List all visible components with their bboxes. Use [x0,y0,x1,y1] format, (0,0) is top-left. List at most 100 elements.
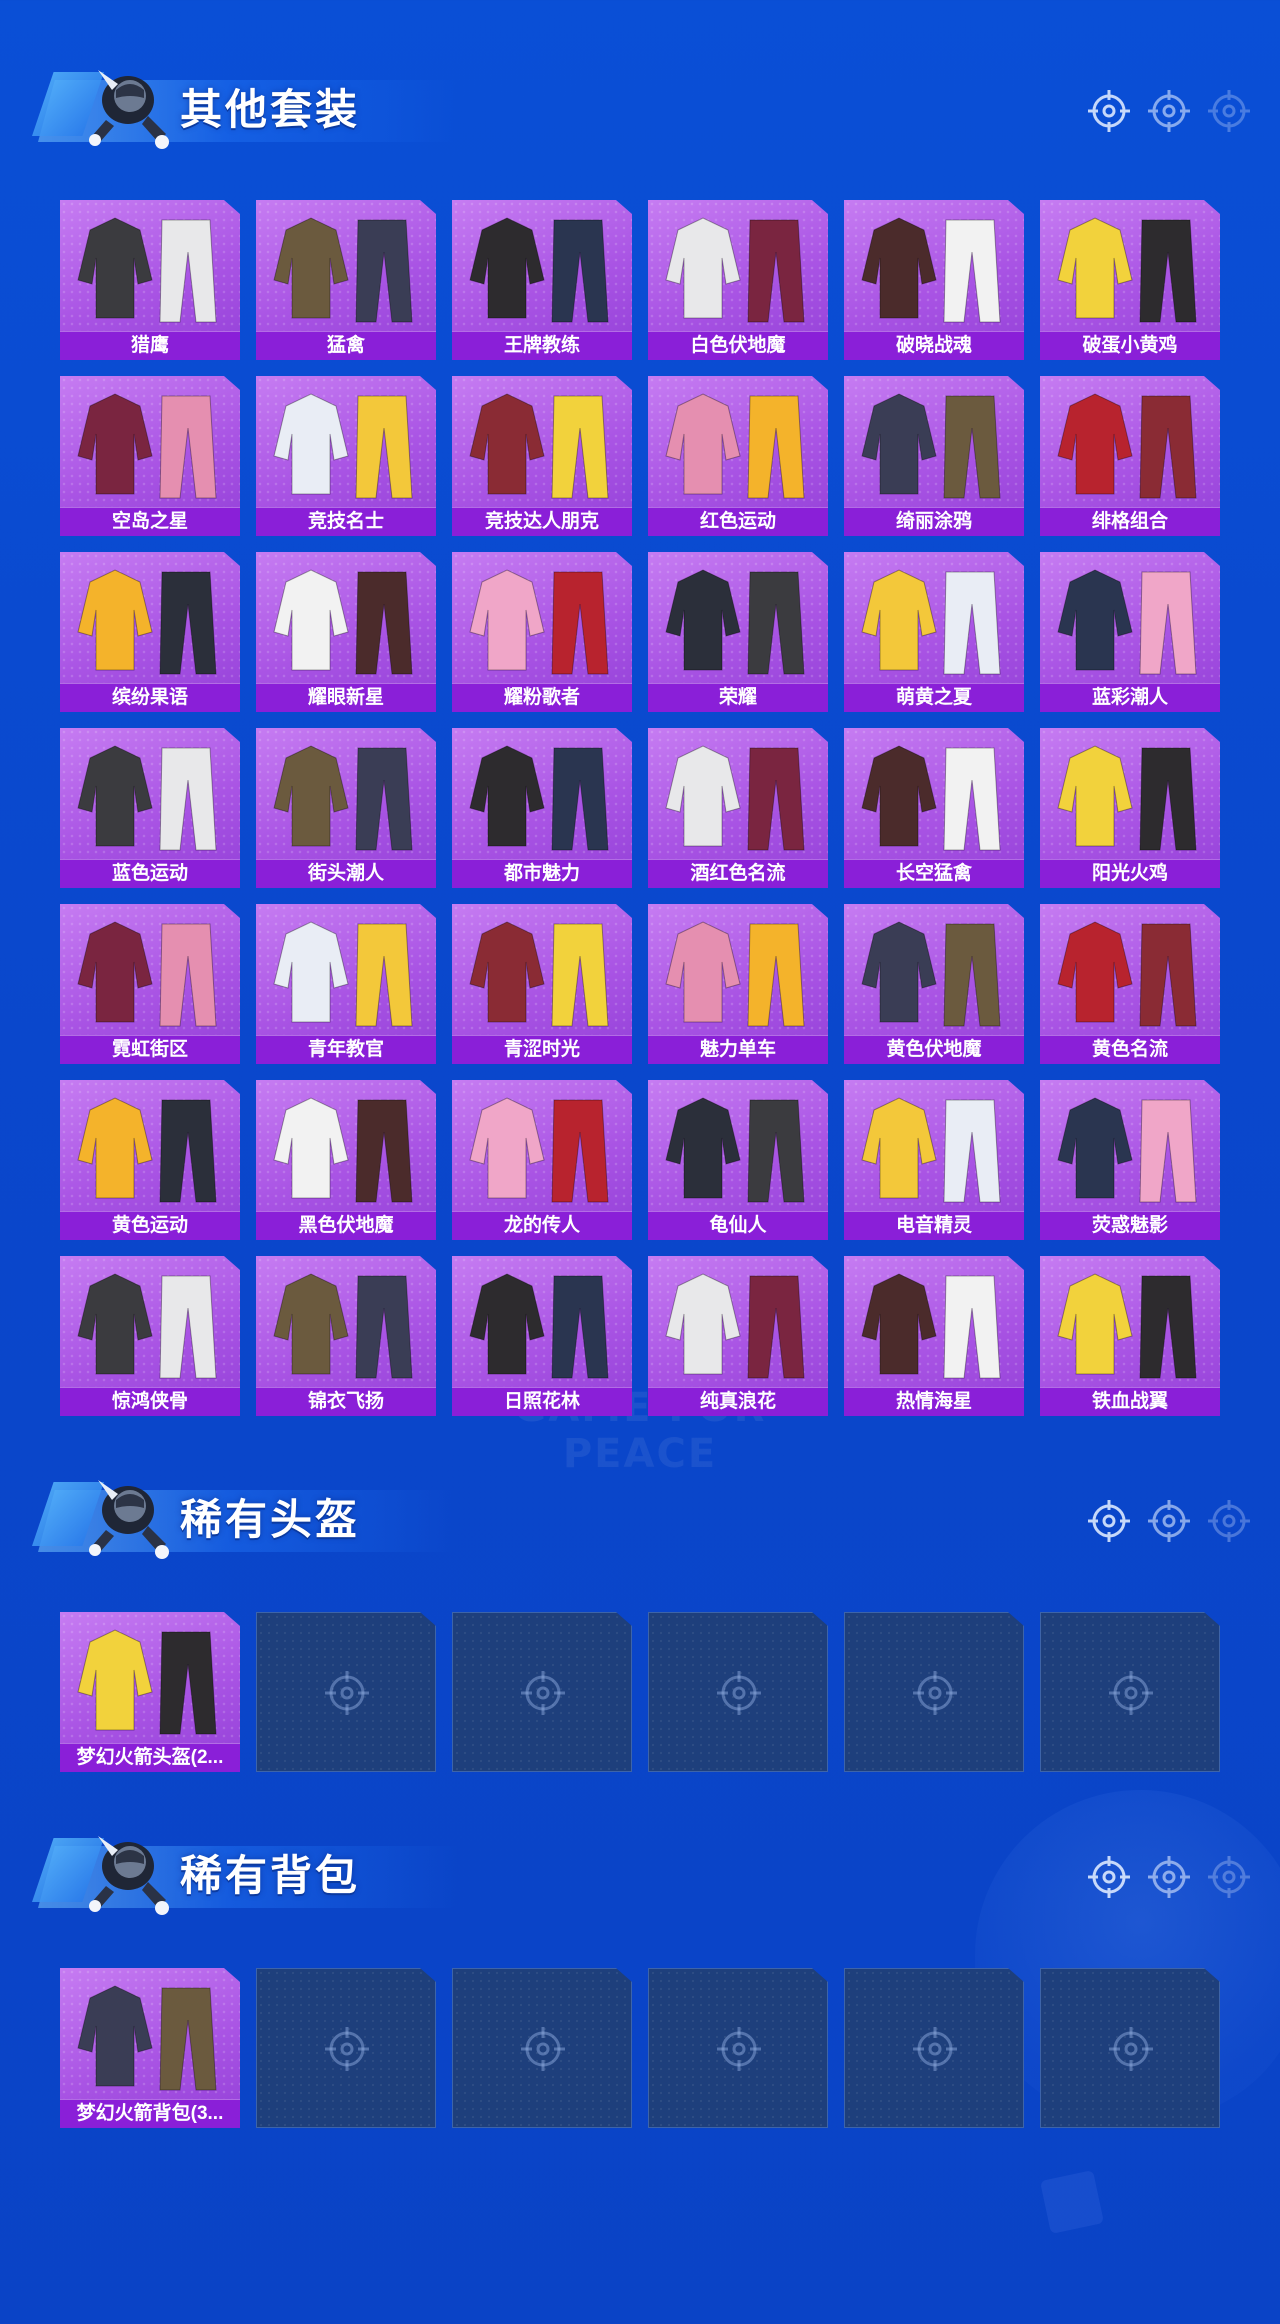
item-card[interactable]: 破晓战魂 [844,200,1024,360]
outfit-image [77,217,217,323]
item-card[interactable]: 都市魅力 [452,728,632,888]
outfit-image [77,1629,217,1735]
outfit-image [469,921,609,1027]
item-label: 蓝色运动 [60,859,240,888]
item-card[interactable]: 猛禽 [256,200,436,360]
item-card[interactable]: 王牌教练 [452,200,632,360]
item-card[interactable]: 蓝色运动 [60,728,240,888]
item-card[interactable]: 电音精灵 [844,1080,1024,1240]
item-card[interactable]: 霓虹街区 [60,904,240,1064]
crosshair-icon [1109,1671,1153,1715]
outfit-image [77,569,217,675]
item-label: 酒红色名流 [648,859,828,888]
item-card[interactable]: 铁血战翼 [1040,1256,1220,1416]
crosshair-icon [913,1671,957,1715]
outfit-image [273,217,413,323]
outfit-image [665,1097,805,1203]
item-card[interactable]: 耀粉歌者 [452,552,632,712]
outfit-image [665,921,805,1027]
item-card[interactable]: 黄色伏地魔 [844,904,1024,1064]
header-target-decoration [1086,1498,1276,1548]
item-card[interactable]: 酒红色名流 [648,728,828,888]
item-card[interactable]: 耀眼新星 [256,552,436,712]
item-label: 黑色伏地魔 [256,1211,436,1240]
crosshair-icon [1208,90,1250,132]
item-label: 纯真浪花 [648,1387,828,1416]
item-card[interactable]: 黄色运动 [60,1080,240,1240]
empty-slot [844,1968,1024,2128]
item-label: 荧惑魅影 [1040,1211,1220,1240]
item-card[interactable]: 绯格组合 [1040,376,1220,536]
item-label: 都市魅力 [452,859,632,888]
outfit-image [1057,569,1197,675]
item-card[interactable]: 黑色伏地魔 [256,1080,436,1240]
item-card[interactable]: 竞技达人朋克 [452,376,632,536]
item-card[interactable]: 日照花林 [452,1256,632,1416]
item-card[interactable]: 长空猛禽 [844,728,1024,888]
item-label: 日照花林 [452,1387,632,1416]
outfit-image [77,1273,217,1379]
item-card[interactable]: 青年教官 [256,904,436,1064]
item-label: 耀眼新星 [256,683,436,712]
item-label: 街头潮人 [256,859,436,888]
item-card[interactable]: 黄色名流 [1040,904,1220,1064]
item-card[interactable]: 梦幻火箭背包(3... [60,1968,240,2128]
item-card[interactable]: 街头潮人 [256,728,436,888]
item-card[interactable]: 猎鹰 [60,200,240,360]
soldier-mascot-icon [89,1836,169,1915]
item-label: 萌黄之夏 [844,683,1024,712]
item-card[interactable]: 竞技名士 [256,376,436,536]
item-card[interactable]: 魅力单车 [648,904,828,1064]
item-label: 黄色名流 [1040,1035,1220,1064]
outfit-image [665,569,805,675]
outfit-image [77,393,217,499]
item-label: 青涩时光 [452,1035,632,1064]
item-card[interactable]: 梦幻火箭头盔(2... [60,1612,240,1772]
outfit-image [469,569,609,675]
empty-slot [648,1968,828,2128]
header-target-decoration [1086,1854,1276,1904]
item-card[interactable]: 红色运动 [648,376,828,536]
crosshair-icon [1088,90,1130,132]
outfit-image [861,393,1001,499]
crosshair-icon [521,1671,565,1715]
item-card[interactable]: 缤纷果语 [60,552,240,712]
item-card[interactable]: 阳光火鸡 [1040,728,1220,888]
item-card[interactable]: 锦衣飞扬 [256,1256,436,1416]
crosshair-icon [1208,1500,1250,1542]
outfit-image [1057,745,1197,851]
item-label: 梦幻火箭头盔(2... [60,1743,240,1772]
item-card[interactable]: 白色伏地魔 [648,200,828,360]
outfit-image [469,1097,609,1203]
item-card[interactable]: 热情海星 [844,1256,1024,1416]
crate-background-decoration [1039,2169,1105,2235]
item-card[interactable]: 空岛之星 [60,376,240,536]
item-card[interactable]: 萌黄之夏 [844,552,1024,712]
section-header: 稀有背包 [28,1816,1278,1916]
empty-slot [1040,1968,1220,2128]
item-label: 蓝彩潮人 [1040,683,1220,712]
item-label: 缤纷果语 [60,683,240,712]
crosshair-icon [717,2027,761,2071]
item-label: 荣耀 [648,683,828,712]
item-card[interactable]: 龟仙人 [648,1080,828,1240]
item-label: 红色运动 [648,507,828,536]
item-card[interactable]: 龙的传人 [452,1080,632,1240]
outfit-image [861,569,1001,675]
section-header: 稀有头盔 [28,1460,1278,1560]
item-label: 龙的传人 [452,1211,632,1240]
item-card[interactable]: 蓝彩潮人 [1040,552,1220,712]
outfit-image [665,1273,805,1379]
outfit-image [861,921,1001,1027]
item-card[interactable]: 惊鸿侠骨 [60,1256,240,1416]
item-card[interactable]: 荣耀 [648,552,828,712]
outfit-image [469,217,609,323]
section-header: 其他套装 [28,50,1278,150]
item-card[interactable]: 绮丽涂鸦 [844,376,1024,536]
crosshair-icon [521,2027,565,2071]
item-card[interactable]: 青涩时光 [452,904,632,1064]
item-card[interactable]: 纯真浪花 [648,1256,828,1416]
empty-slot [256,1968,436,2128]
item-card[interactable]: 荧惑魅影 [1040,1080,1220,1240]
item-card[interactable]: 破蛋小黄鸡 [1040,200,1220,360]
